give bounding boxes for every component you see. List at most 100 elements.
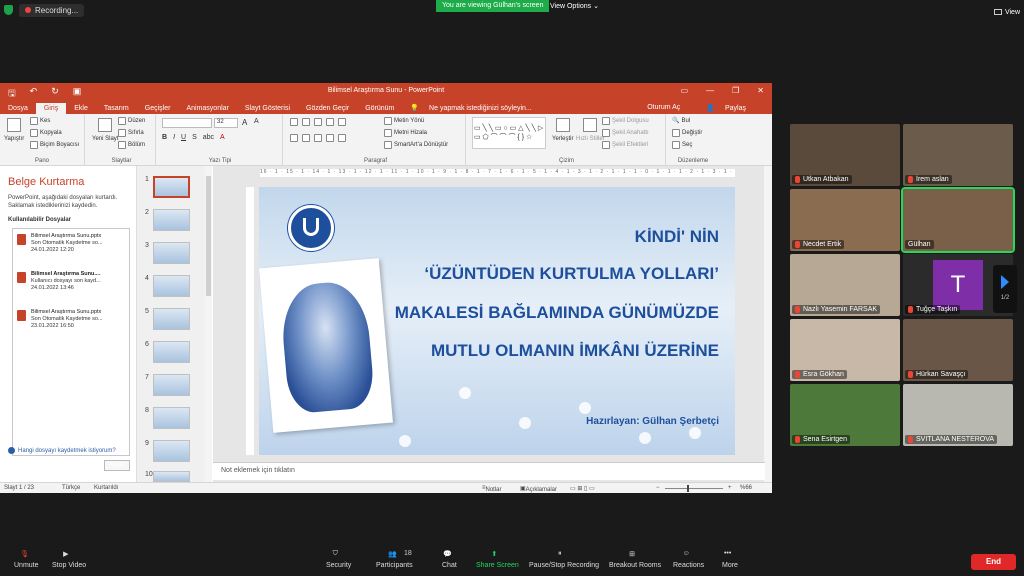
- end-meeting-button[interactable]: End: [971, 554, 1016, 570]
- layout-button[interactable]: Düzen: [118, 117, 145, 125]
- view-options-button[interactable]: View Options ⌄: [546, 0, 603, 12]
- participant-tile-active-speaker[interactable]: Gülhan: [901, 187, 1015, 253]
- decrease-indent-icon[interactable]: [314, 118, 322, 126]
- participant-tile[interactable]: Nazlı Yasemin FARSAK: [790, 254, 900, 316]
- reactions-button[interactable]: ☺ Reactions: [673, 550, 704, 569]
- zoom-level[interactable]: %66: [740, 485, 752, 491]
- shadow-button[interactable]: S: [192, 134, 197, 141]
- recovered-file[interactable]: Bilimsel Araştırma Sunu.pptx Son Otomati…: [17, 233, 127, 254]
- tab-ekle[interactable]: Ekle: [66, 103, 96, 114]
- zoom-in-button[interactable]: +: [728, 485, 732, 491]
- pause-recording-button[interactable]: ⏸ Pause/Stop Recording: [529, 550, 599, 569]
- breakout-rooms-button[interactable]: ⊞ Breakout Rooms: [609, 550, 661, 569]
- slide-thumbnail[interactable]: [153, 374, 190, 396]
- shape-effects-button[interactable]: Şekil Efektleri: [602, 141, 648, 149]
- copy-button[interactable]: Kopyala: [30, 129, 62, 137]
- slide-thumbnail[interactable]: [153, 308, 190, 330]
- tab-gecisler[interactable]: Geçişler: [137, 103, 179, 114]
- participant-tile[interactable]: Utkan Atbakan: [790, 124, 900, 186]
- recovered-file[interactable]: Bilimsel Araştırma Sunu.pptx Son Otomati…: [17, 309, 127, 330]
- slide-thumbnail[interactable]: [153, 341, 190, 363]
- shape-outline-button[interactable]: Şekil Anahattı: [602, 129, 649, 137]
- tab-gozden-gecir[interactable]: Gözden Geçir: [298, 103, 357, 114]
- recovery-help-link[interactable]: Hangi dosyayı kaydetmek istiyorum?: [8, 447, 116, 454]
- recovery-close-button[interactable]: Kapat: [104, 460, 130, 471]
- close-icon[interactable]: ✕: [757, 86, 764, 95]
- tab-animasyonlar[interactable]: Animasyonlar: [178, 103, 236, 114]
- gallery-next-page-button[interactable]: 1/2: [993, 265, 1017, 313]
- view-mode-buttons[interactable]: ▭ ⊞ ▯ ▭: [570, 485, 595, 492]
- align-left-icon[interactable]: [290, 134, 298, 142]
- participant-tile[interactable]: Hürkan Savaşçı: [903, 319, 1013, 381]
- participant-tile[interactable]: SVITLANA NESTEROVA: [903, 384, 1013, 446]
- slide-thumbnail[interactable]: [153, 440, 190, 462]
- underline-button[interactable]: U: [181, 134, 186, 141]
- new-slide-button[interactable]: Yeni Slayt: [92, 118, 118, 142]
- slide-thumbnail[interactable]: [153, 407, 190, 429]
- tab-gorunum[interactable]: Görünüm: [357, 103, 402, 114]
- smartart-button[interactable]: SmartArt'a Dönüştür: [384, 141, 448, 149]
- participant-tile[interactable]: İrem aslan: [903, 124, 1013, 186]
- columns-icon[interactable]: [338, 134, 346, 142]
- arrange-button[interactable]: Yerleştir: [552, 118, 573, 142]
- paste-button[interactable]: Yapıştır: [4, 118, 24, 142]
- cut-button[interactable]: Kes: [30, 117, 50, 125]
- zoom-slider[interactable]: [665, 485, 723, 492]
- slide-thumbnail[interactable]: [153, 242, 190, 264]
- zoom-slider-knob[interactable]: [687, 485, 689, 492]
- slide-thumbnail[interactable]: [153, 471, 190, 482]
- zoom-out-button[interactable]: −: [656, 485, 660, 491]
- minimize-icon[interactable]: —: [706, 86, 714, 95]
- participant-tile[interactable]: Esra Gökhan: [790, 319, 900, 381]
- scroll-thumb[interactable]: [206, 176, 211, 296]
- shapes-gallery[interactable]: ▭ ╲ ╲ ▭ ○ ▭ △ ╲ ╲ ▷ ▭ ⬠ ⌒ ⌒ ⌒ { } ☆: [472, 117, 546, 149]
- tab-giris[interactable]: Giriş: [35, 103, 67, 114]
- tab-dosya[interactable]: Dosya: [0, 103, 36, 114]
- numbering-icon[interactable]: [302, 118, 310, 126]
- slide-thumbnail[interactable]: [153, 275, 190, 297]
- grow-font-button[interactable]: A: [242, 118, 247, 127]
- bold-button[interactable]: B: [162, 134, 167, 141]
- restore-icon[interactable]: ❐: [732, 86, 739, 95]
- align-text-button[interactable]: Metni Hizala: [384, 129, 427, 137]
- align-right-icon[interactable]: [314, 134, 322, 142]
- increase-indent-icon[interactable]: [326, 118, 334, 126]
- notes-toggle[interactable]: ≡ Notlar: [482, 485, 502, 493]
- slide-thumbnail[interactable]: [153, 209, 190, 231]
- editor-scrollbar[interactable]: [764, 166, 772, 482]
- tab-slayt-gosterisi[interactable]: Slayt Gösterisi: [237, 103, 298, 114]
- share-screen-button[interactable]: ⬆ Share Screen: [476, 550, 519, 569]
- share-button[interactable]: 👤 Paylaş: [698, 102, 762, 114]
- align-center-icon[interactable]: [302, 134, 310, 142]
- security-button[interactable]: ⛉ Security: [326, 550, 351, 569]
- signin-link[interactable]: Oturum Aç: [639, 102, 688, 114]
- tell-me-box[interactable]: 💡 Ne yapmak istediğinizi söyleyin...: [402, 102, 547, 114]
- justify-icon[interactable]: [326, 134, 334, 142]
- participant-tile[interactable]: Necdet Ertik: [790, 189, 900, 251]
- view-button[interactable]: View: [993, 6, 1020, 18]
- text-direction-button[interactable]: Metin Yönü: [384, 117, 424, 125]
- italic-button[interactable]: I: [173, 134, 175, 141]
- shape-fill-button[interactable]: Şekil Dolgusu: [602, 117, 649, 125]
- slide-thumbnail[interactable]: [153, 176, 190, 198]
- thumbnails-scrollbar[interactable]: [205, 166, 212, 482]
- font-name-field[interactable]: [162, 118, 212, 128]
- line-spacing-icon[interactable]: [338, 118, 346, 126]
- bullets-icon[interactable]: [290, 118, 298, 126]
- format-painter-button[interactable]: Biçim Boyacısı: [30, 141, 79, 149]
- shrink-font-button[interactable]: A: [254, 118, 259, 125]
- recovered-file[interactable]: Bilimsel Araştırma Sunu.... Kullanıcı do…: [17, 271, 127, 292]
- select-button[interactable]: Seç: [672, 141, 692, 149]
- shield-icon[interactable]: [4, 5, 13, 15]
- ribbon-display-icon[interactable]: ▭: [681, 86, 689, 95]
- participant-tile[interactable]: Sena Esirtgen: [790, 384, 900, 446]
- comments-toggle[interactable]: ▣ Açıklamalar: [520, 485, 557, 493]
- reset-button[interactable]: Sıfırla: [118, 129, 144, 137]
- section-button[interactable]: Bölüm: [118, 141, 145, 149]
- language-indicator[interactable]: Türkçe: [62, 485, 80, 491]
- strikethrough-button[interactable]: abc: [203, 134, 214, 141]
- notes-field[interactable]: Not eklemek için tıklatın: [213, 462, 765, 480]
- stop-video-button[interactable]: ▶ Stop Video: [52, 550, 86, 569]
- font-size-field[interactable]: 32: [214, 118, 238, 128]
- replace-button[interactable]: Değiştir: [672, 129, 702, 137]
